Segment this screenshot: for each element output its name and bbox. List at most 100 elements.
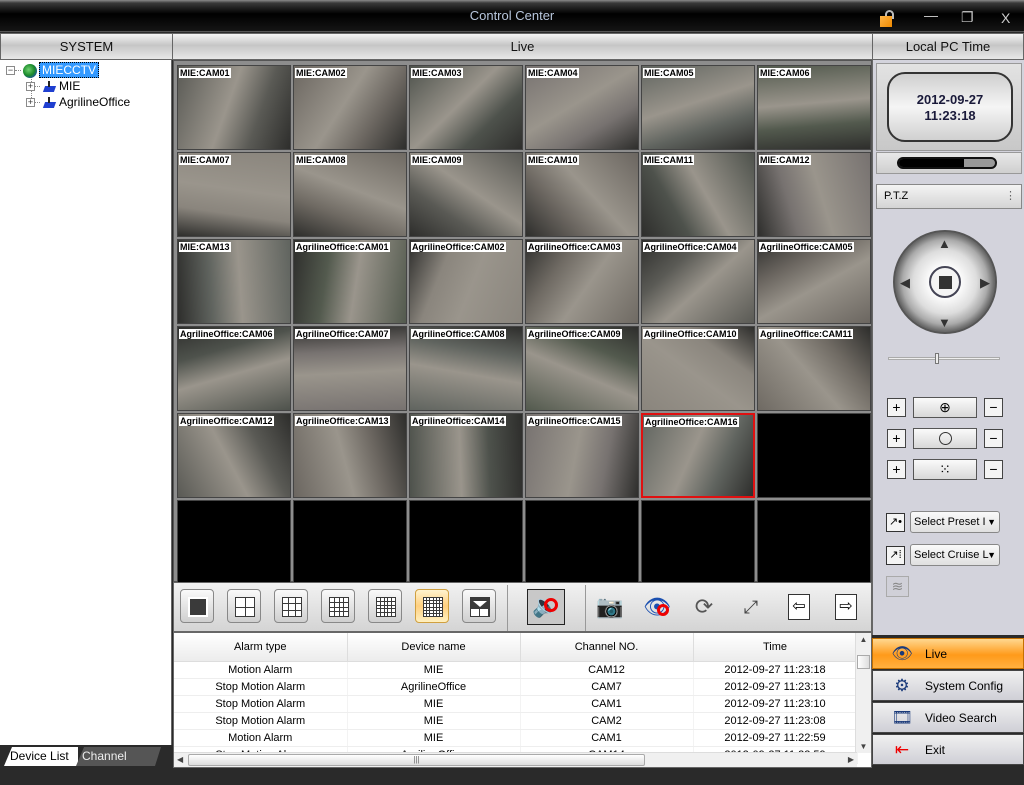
cycle-button[interactable]: ⟳ xyxy=(688,591,720,623)
column-header[interactable]: Channel NO. xyxy=(520,633,694,662)
nav-exit[interactable]: ⇤ Exit xyxy=(872,734,1024,765)
layout-25-button[interactable] xyxy=(368,589,402,623)
mute-audio-button[interactable]: 🔈 xyxy=(527,589,565,625)
camera-tile[interactable]: MIE:CAM02 xyxy=(293,65,407,150)
nav-system-config[interactable]: ⚙ System Config xyxy=(872,670,1024,701)
camera-tile[interactable]: MIE:CAM03 xyxy=(409,65,523,150)
tab-channel-group[interactable]: Channel Group xyxy=(76,747,161,766)
camera-tile[interactable]: MIE:CAM12 xyxy=(757,152,871,237)
camera-tile[interactable]: MIE:CAM01 xyxy=(177,65,291,150)
camera-tile[interactable]: AgrilineOffice:CAM04 xyxy=(641,239,755,324)
camera-tile[interactable]: AgrilineOffice:CAM14 xyxy=(409,413,523,498)
column-header[interactable]: Alarm type xyxy=(174,633,348,662)
scroll-right-icon[interactable]: ▶ xyxy=(848,755,854,764)
camera-tile[interactable]: MIE:CAM09 xyxy=(409,152,523,237)
previous-page-button[interactable]: ⇦ xyxy=(783,591,815,623)
restore-button[interactable]: ❐ xyxy=(961,10,974,24)
camera-tile[interactable]: MIE:CAM13 xyxy=(177,239,291,324)
alarm-row[interactable]: Motion Alarm MIE CAM1 2012-09-27 11:22:59 xyxy=(174,729,858,747)
tree-node-label[interactable]: AgrilineOffice xyxy=(59,95,130,109)
zoom-minus-button[interactable]: − xyxy=(984,429,1003,448)
iris-button[interactable]: ⁙ xyxy=(913,459,977,480)
pan-right-arrow-icon[interactable]: ▶ xyxy=(980,276,990,289)
tree-node-label[interactable]: MIE xyxy=(59,79,80,93)
slider-handle[interactable] xyxy=(935,353,940,364)
focus-minus-button[interactable]: − xyxy=(984,398,1003,417)
pan-up-arrow-icon[interactable]: ▲ xyxy=(938,237,951,250)
nav-video-search[interactable]: 🎞 Video Search xyxy=(872,702,1024,733)
layout-9-button[interactable] xyxy=(274,589,308,623)
tree-node-mie[interactable]: + MIE xyxy=(6,78,130,94)
preset-select[interactable]: Select Preset I ▼ xyxy=(910,511,1000,533)
camera-tile[interactable]: AgrilineOffice:CAM03 xyxy=(525,239,639,324)
lock-icon[interactable] xyxy=(880,10,894,27)
empty-camera-tile[interactable] xyxy=(757,413,871,498)
iris-minus-button[interactable]: − xyxy=(984,460,1003,479)
empty-camera-tile[interactable] xyxy=(409,500,523,585)
goto-preset-icon[interactable]: ↗• xyxy=(886,513,905,532)
alarm-row[interactable]: Stop Motion Alarm MIE CAM1 2012-09-27 11:23… xyxy=(174,695,858,713)
alarm-vertical-scrollbar[interactable]: ▲ ▼ xyxy=(855,633,871,753)
layout-36-button[interactable] xyxy=(415,589,449,623)
scroll-thumb[interactable]: ||| xyxy=(188,754,645,766)
snapshot-button[interactable]: 📷 xyxy=(594,591,626,623)
camera-tile[interactable]: AgrilineOffice:CAM11 xyxy=(757,326,871,411)
alarm-row[interactable]: Stop Motion Alarm MIE CAM2 2012-09-27 11:23… xyxy=(174,712,858,730)
empty-camera-tile[interactable] xyxy=(525,500,639,585)
expand-icon[interactable]: + xyxy=(26,98,35,108)
empty-camera-tile[interactable] xyxy=(641,500,755,585)
scroll-thumb[interactable] xyxy=(857,655,870,669)
camera-tile[interactable]: AgrilineOffice:CAM16 xyxy=(641,413,755,498)
camera-tile[interactable]: MIE:CAM04 xyxy=(525,65,639,150)
layout-1-button[interactable] xyxy=(180,589,214,623)
empty-camera-tile[interactable] xyxy=(177,500,291,585)
empty-camera-tile[interactable] xyxy=(293,500,407,585)
camera-tile[interactable]: AgrilineOffice:CAM08 xyxy=(409,326,523,411)
camera-tile[interactable]: AgrilineOffice:CAM15 xyxy=(525,413,639,498)
camera-tile[interactable]: AgrilineOffice:CAM05 xyxy=(757,239,871,324)
layout-custom-button[interactable] xyxy=(462,589,496,623)
cruise-select[interactable]: Select Cruise L ▼ xyxy=(910,544,1000,566)
camera-tile[interactable]: AgrilineOffice:CAM09 xyxy=(525,326,639,411)
ptz-speed-slider[interactable] xyxy=(888,353,1000,364)
layout-4-button[interactable] xyxy=(227,589,261,623)
camera-tile[interactable]: MIE:CAM10 xyxy=(525,152,639,237)
alarm-row[interactable]: Motion Alarm MIE CAM12 2012-09-27 11:23:18 xyxy=(174,661,858,679)
more-options-icon[interactable]: ⋮ xyxy=(1005,185,1016,208)
scroll-up-icon[interactable]: ▲ xyxy=(856,633,871,647)
scroll-down-icon[interactable]: ▼ xyxy=(856,742,871,751)
camera-tile[interactable]: AgrilineOffice:CAM01 xyxy=(293,239,407,324)
wiper-button[interactable]: ≋ xyxy=(886,576,909,597)
close-button[interactable]: X xyxy=(1001,11,1010,25)
full-screen-button[interactable]: ⤢ xyxy=(735,591,767,623)
start-cruise-icon[interactable]: ↗⁞ xyxy=(886,546,905,565)
tree-node-agrilineoffice[interactable]: + AgrilineOffice xyxy=(6,94,130,110)
focus-plus-button[interactable]: + xyxy=(887,398,906,417)
stop-preview-button[interactable]: 👁 xyxy=(641,591,673,623)
ptz-panel-header[interactable]: P.T.Z ⋮ xyxy=(876,184,1022,209)
minimize-button[interactable]: — xyxy=(924,8,938,22)
focus-button[interactable]: ⊕ xyxy=(913,397,977,418)
camera-tile[interactable]: AgrilineOffice:CAM12 xyxy=(177,413,291,498)
camera-tile[interactable]: MIE:CAM08 xyxy=(293,152,407,237)
ptz-stop-button[interactable] xyxy=(929,266,961,298)
camera-tile[interactable]: AgrilineOffice:CAM13 xyxy=(293,413,407,498)
tab-device-list[interactable]: Device List xyxy=(4,747,78,766)
camera-tile[interactable]: AgrilineOffice:CAM07 xyxy=(293,326,407,411)
zoom-button[interactable] xyxy=(913,428,977,449)
camera-tile[interactable]: AgrilineOffice:CAM10 xyxy=(641,326,755,411)
nav-live[interactable]: 👁 Live xyxy=(872,638,1024,669)
next-page-button[interactable]: ⇨ xyxy=(830,591,862,623)
tree-node-root[interactable]: − MIECCTV xyxy=(6,62,130,78)
column-header[interactable]: Device name xyxy=(347,633,521,662)
collapse-icon[interactable]: − xyxy=(6,66,15,76)
camera-tile[interactable]: MIE:CAM11 xyxy=(641,152,755,237)
pan-down-arrow-icon[interactable]: ▼ xyxy=(938,316,951,329)
iris-plus-button[interactable]: + xyxy=(887,460,906,479)
layout-16-button[interactable] xyxy=(321,589,355,623)
camera-tile[interactable]: AgrilineOffice:CAM02 xyxy=(409,239,523,324)
pan-left-arrow-icon[interactable]: ◀ xyxy=(900,276,910,289)
scroll-left-icon[interactable]: ◀ xyxy=(177,755,183,764)
camera-tile[interactable]: MIE:CAM07 xyxy=(177,152,291,237)
zoom-plus-button[interactable]: + xyxy=(887,429,906,448)
